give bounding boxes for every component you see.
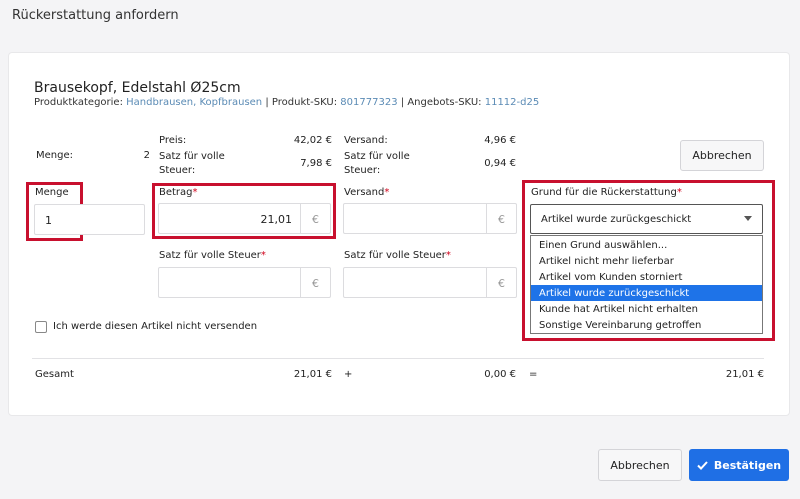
reason-option[interactable]: Artikel vom Kunden storniert (531, 269, 762, 285)
no-ship-label: Ich werde diesen Artikel nicht versenden (53, 321, 258, 332)
summary-versand-value: 4,96 € (484, 135, 516, 146)
total-amount: 21,01 € (293, 369, 332, 380)
category-link[interactable]: Handbrausen, Kopfbrausen (126, 97, 262, 108)
versand-label-text: Versand (344, 187, 385, 198)
reason-option[interactable]: Kunde hat Artikel nicht erhalten (531, 301, 762, 317)
required-mark: * (676, 187, 682, 198)
summary-satz-label-2: Steuer: (159, 165, 196, 176)
versand-input[interactable]: € (343, 203, 517, 234)
product-name: Brausekopf, Edelstahl Ø25cm (34, 80, 241, 96)
summary-versand-satz-label-2: Steuer: (344, 165, 381, 176)
reason-option[interactable]: Artikel nicht mehr lieferbar (531, 253, 762, 269)
reason-option[interactable]: Sonstige Vereinbarung getroffen (531, 317, 762, 333)
offer-sku-label: Angebots-SKU: (407, 97, 482, 108)
required-mark: * (445, 250, 451, 261)
betrag-label: Betrag* (159, 187, 198, 198)
summary-satz-label: Satz für volle (159, 151, 225, 162)
reason-select[interactable]: Artikel wurde zurückgeschickt (530, 204, 763, 234)
check-icon (697, 460, 708, 470)
separator: | (265, 97, 269, 108)
confirm-button[interactable]: Bestätigen (689, 449, 789, 481)
offer-sku-link[interactable]: 11112-d25 (485, 97, 540, 108)
reason-option[interactable]: Einen Grund auswählen... (531, 237, 762, 253)
chevron-down-icon (744, 216, 752, 221)
tax-label-2: Satz für volle Steuer* (344, 250, 451, 261)
versand-label: Versand* (344, 187, 389, 198)
betrag-input-value: 21,01 (260, 212, 293, 226)
tax-label-2-text: Satz für volle Steuer (344, 250, 446, 261)
equals-sign: = (529, 369, 538, 380)
category-label: Produktkategorie: (34, 97, 123, 108)
cancel-button[interactable]: Abbrechen (598, 449, 682, 481)
euro-suffix: € (486, 204, 516, 234)
grand-total: 21,01 € (725, 369, 764, 380)
reason-selected-value: Artikel wurde zurückgeschickt (541, 213, 692, 225)
menge-label: Menge (35, 187, 69, 198)
required-mark: * (260, 250, 266, 261)
tax-label-1-text: Satz für volle Steuer (159, 250, 261, 261)
cancel-top-button[interactable]: Abbrechen (680, 140, 764, 171)
summary-versand-satz-label: Satz für volle (344, 151, 410, 162)
betrag-label-text: Betrag (159, 187, 193, 198)
no-ship-checkbox[interactable] (35, 321, 47, 333)
reason-label-text: Grund für die Rückerstattung (531, 187, 677, 198)
sku-link[interactable]: 801777323 (340, 97, 397, 108)
summary-menge-label: Menge: (36, 150, 73, 161)
dialog-title: Rückerstattung anfordern (12, 8, 179, 23)
required-mark: * (384, 187, 390, 198)
menge-input[interactable]: 1 (34, 204, 145, 235)
sku-label: Produkt-SKU: (271, 97, 338, 108)
summary-preis-label: Preis: (159, 135, 187, 146)
confirm-label: Bestätigen (713, 458, 782, 472)
required-mark: * (192, 187, 198, 198)
plus-sign: + (344, 369, 353, 380)
summary-versand-label: Versand: (344, 135, 388, 146)
tax-label-1: Satz für volle Steuer* (159, 250, 266, 261)
total-shipping: 0,00 € (484, 369, 516, 380)
betrag-input[interactable]: 21,01 € (158, 203, 331, 234)
divider (32, 358, 764, 359)
menge-input-value: 1 (45, 213, 52, 227)
reason-option[interactable]: Artikel wurde zurückgeschickt (531, 285, 762, 301)
separator: | (400, 97, 405, 108)
summary-satz-value: 7,98 € (300, 158, 332, 169)
euro-suffix: € (486, 268, 516, 298)
euro-suffix: € (300, 268, 330, 298)
product-meta: Produktkategorie: Handbrausen, Kopfbraus… (34, 97, 539, 108)
reason-dropdown: Einen Grund auswählen... Artikel nicht me… (530, 235, 763, 334)
reason-label: Grund für die Rückerstattung* (531, 187, 682, 198)
summary-preis-value: 42,02 € (293, 135, 332, 146)
euro-suffix: € (300, 204, 330, 234)
summary-menge-value: 2 (143, 150, 150, 161)
tax-input-2[interactable]: € (343, 267, 517, 298)
tax-input-1[interactable]: € (158, 267, 331, 298)
total-label: Gesamt (35, 369, 74, 380)
summary-versand-satz-value: 0,94 € (484, 158, 516, 169)
